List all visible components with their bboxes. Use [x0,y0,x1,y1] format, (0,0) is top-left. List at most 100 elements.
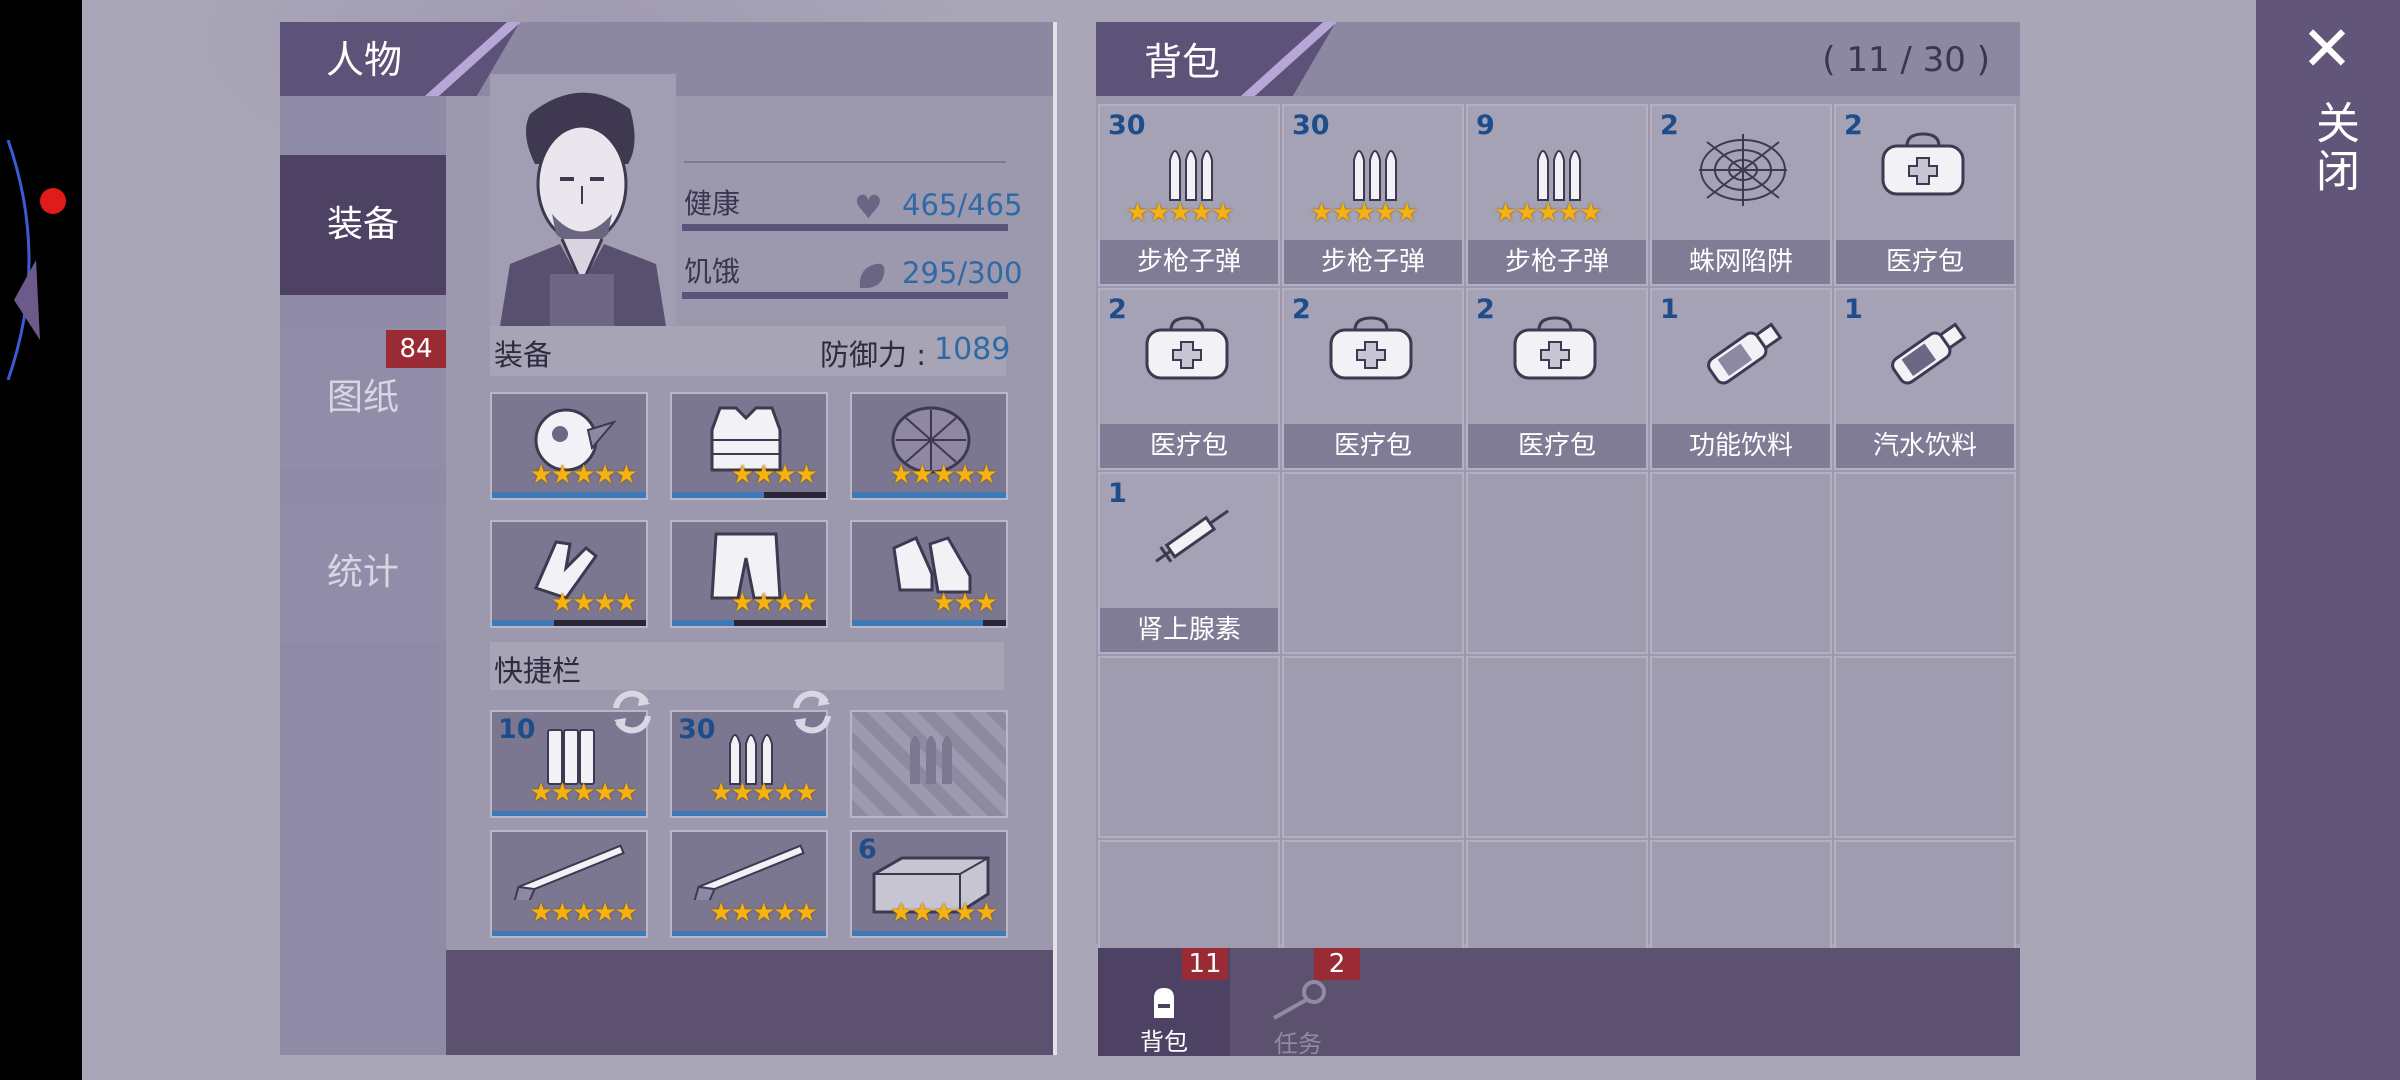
equipment-slot[interactable]: ★★★★★ [490,392,648,500]
item-name: 步枪子弹 [1100,240,1278,284]
health-value: 465/465 [902,188,1023,222]
backpack-empty-slot[interactable] [1650,472,1832,654]
rifle-ammo-icon [1340,136,1410,206]
star-rating: ★★★★ [550,588,638,618]
equipment-section-bar [490,326,1006,376]
durability-fill [492,620,554,626]
energy-drink-icon [1693,314,1793,394]
backpack-item[interactable]: 1 肾上腺素 [1098,472,1280,654]
tab-equipment[interactable]: 装备 [280,155,446,295]
item-qty: 1 [1844,294,1863,325]
health-label: 健康 [684,187,741,220]
item-qty: 2 [1476,294,1495,325]
backpack-empty-slot[interactable] [1282,656,1464,838]
quickbar-slot[interactable]: ★★★★★ [490,830,648,938]
quickbar-qty: 10 [498,714,536,745]
backpack-empty-slot[interactable] [1466,472,1648,654]
backpack-item[interactable]: 2 蛛网陷阱 [1650,104,1832,286]
backpack-item[interactable]: 9 ★★★★★ 步枪子弹 [1466,104,1648,286]
medkit-icon [1141,314,1233,384]
star-rating: ★★★★ [730,588,818,618]
star-rating: ★★★★★ [889,898,998,928]
item-name: 汽水饮料 [1836,424,2014,468]
item-qty: 2 [1844,110,1863,141]
backpack-item[interactable]: 2 医疗包 [1466,288,1648,470]
equipment-slot[interactable]: ★★★★ [670,392,828,500]
hunger-label: 饥饿 [684,255,741,288]
item-name: 医疗包 [1468,424,1646,468]
backpack-item[interactable]: 2 医疗包 [1282,288,1464,470]
item-name: 肾上腺素 [1100,608,1278,652]
equipment-slot[interactable]: ★★★ [850,520,1008,628]
tab-statistics[interactable]: 统计 [280,503,446,643]
backpack-item[interactable]: 1 功能饮料 [1650,288,1832,470]
durability-fill [672,931,826,936]
equipment-slot[interactable]: ★★★★★ [850,392,1008,500]
stats-divider [684,161,1006,163]
item-qty: 2 [1292,294,1311,325]
key-icon [1273,980,1326,1020]
backpack-item[interactable]: 1 汽水饮料 [1834,288,2016,470]
equipment-label: 装备 [494,338,553,372]
backpack-title: 背包 [1144,40,1221,84]
backpack-empty-slot[interactable] [1466,656,1648,838]
star-rating: ★★★ [932,588,998,618]
panel-divider [1053,22,1057,1055]
backpack-item[interactable]: 2 医疗包 [1098,288,1280,470]
backpack-empty-slot[interactable] [1834,656,2016,838]
backpack-empty-slot[interactable] [1098,656,1280,838]
stomach-icon [859,263,885,288]
item-qty: 30 [1292,110,1330,141]
backpack-empty-slot[interactable] [1282,472,1464,654]
close-icon[interactable]: ✕ [2296,18,2358,80]
hunger-value: 295/300 [902,256,1023,290]
nav-quests-label: 任务 [1274,1030,1322,1058]
star-rating: ★★★★★ [529,460,638,490]
backpack-nav-badge: 11 [1182,948,1228,980]
quickbar-label: 快捷栏 [494,654,582,688]
character-footer [446,950,1053,1055]
syringe-icon [1141,498,1241,578]
item-name: 功能饮料 [1652,424,1830,468]
item-name: 步枪子弹 [1468,240,1646,284]
quickbar-slot[interactable] [850,710,1008,818]
side-edge-decoration-icon [6,140,40,380]
durability-fill [672,492,765,498]
close-button-label[interactable]: 关闭 [2298,100,2359,196]
star-rating: ★★★★★ [1310,198,1419,228]
backpack-empty-slot[interactable] [1650,656,1832,838]
backpack-item[interactable]: 2 医疗包 [1834,104,2016,286]
item-name: 医疗包 [1100,424,1278,468]
equipment-slot[interactable]: ★★★★ [670,520,828,628]
defense-label: 防御力 : [820,338,926,372]
backpack-icon [1154,988,1174,1018]
rifle-ammo-icon [1156,136,1226,206]
swap-ammo-icon[interactable] [786,686,838,738]
backpack-item[interactable]: 30 ★★★★★ 步枪子弹 [1098,104,1280,286]
item-qty: 1 [1660,294,1679,325]
durability-fill [492,492,646,498]
item-name: 医疗包 [1836,240,2014,284]
backpack-empty-slot[interactable] [1834,472,2016,654]
quickbar-slot[interactable]: 6 ★★★★★ [850,830,1008,938]
medkit-icon [1325,314,1417,384]
hunger-bar [682,292,1008,299]
item-name: 医疗包 [1284,424,1462,468]
durability-fill [852,492,1006,498]
medkit-icon [1877,130,1969,200]
quests-nav-badge: 2 [1314,948,1360,980]
health-bar [682,224,1008,231]
swap-ammo-icon[interactable] [606,686,658,738]
item-qty: 2 [1660,110,1679,141]
star-rating: ★★★★★ [529,898,638,928]
medkit-icon [1509,314,1601,384]
backpack-item[interactable]: 30 ★★★★★ 步枪子弹 [1282,104,1464,286]
equipment-slot[interactable]: ★★★★ [490,520,648,628]
durability-fill [852,931,1006,936]
quickbar-slot[interactable]: ★★★★★ [670,830,828,938]
soda-icon [1877,314,1977,394]
star-rating: ★★★★★ [1494,198,1603,228]
star-rating: ★★★★★ [709,778,818,808]
empty-ammo-slot-icon [896,720,966,790]
item-qty: 1 [1108,478,1127,509]
